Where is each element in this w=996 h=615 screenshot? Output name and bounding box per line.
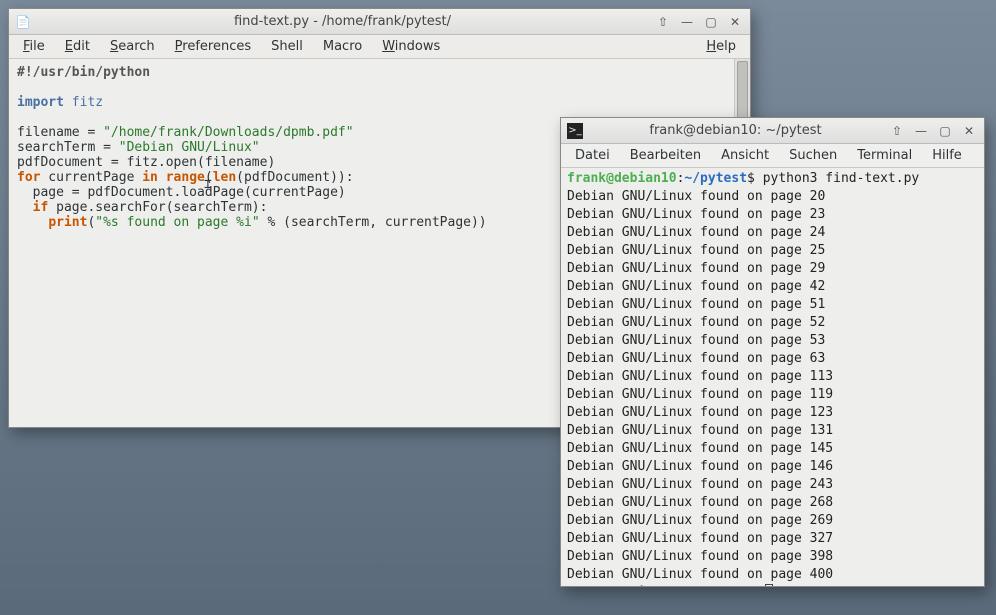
editor-menubar: File Edit Search Preferences Shell Macro… [9,35,750,59]
code-line: page = pdfDocument.loadPage(currentPage) [17,185,346,200]
menu-macro[interactable]: Macro [315,37,370,56]
menu-hilfe[interactable]: Hilfe [924,146,970,165]
terminal-window: >_ frank@debian10: ~/pytest ⇧ — ▢ ✕ Date… [560,117,985,587]
code-line: #!/usr/bin/python [17,65,150,80]
menu-suchen[interactable]: Suchen [781,146,845,165]
menu-shell[interactable]: Shell [263,37,311,56]
menu-search[interactable]: Search [102,37,163,56]
menu-edit[interactable]: Edit [57,37,98,56]
menu-terminal[interactable]: Terminal [849,146,920,165]
menu-windows[interactable]: Windows [374,37,448,56]
code-line: searchTerm = "Debian GNU/Linux" [17,140,260,155]
code-line: if page.searchFor(searchTerm): [17,200,267,215]
terminal-cursor [765,584,773,586]
terminal-body[interactable]: frank@debian10:~/pytest$ python3 find-te… [561,168,984,586]
terminal-menubar: Datei Bearbeiten Ansicht Suchen Terminal… [561,144,984,168]
code-line: for currentPage in range(len(pdfDocument… [17,170,354,185]
menu-file[interactable]: File [15,37,53,56]
minimize-button[interactable]: — [912,122,930,140]
menu-bearbeiten[interactable]: Bearbeiten [622,146,709,165]
minimize-button[interactable]: — [678,13,696,31]
app-icon: 📄 [15,14,31,30]
terminal-app-icon: >_ [567,123,583,139]
terminal-output: Debian GNU/Linux found on page 20 Debian… [567,189,833,582]
menu-datei[interactable]: Datei [567,146,618,165]
editor-titlebar[interactable]: 📄 find-text.py - /home/frank/pytest/ ⇧ —… [9,9,750,35]
maximize-button[interactable]: ▢ [702,13,720,31]
code-line: filename = "/home/frank/Downloads/dpmb.p… [17,125,354,140]
code-line: print("%s found on page %i" % (searchTer… [17,215,487,230]
pin-icon[interactable]: ⇧ [888,122,906,140]
text-cursor-icon: ⌶ [204,177,212,192]
code-line: pdfDocument = fitz.open(filename) [17,155,275,170]
close-button[interactable]: ✕ [726,13,744,31]
terminal-prompt-line: frank@debian10:~/pytest$ python3 find-te… [567,171,919,186]
code-line: import fitz [17,95,103,110]
terminal-titlebar[interactable]: >_ frank@debian10: ~/pytest ⇧ — ▢ ✕ [561,118,984,144]
terminal-prompt-line: frank@debian10:~/pytest$ [567,585,763,586]
pin-icon[interactable]: ⇧ [654,13,672,31]
close-button[interactable]: ✕ [960,122,978,140]
scrollbar-thumb[interactable] [737,61,748,121]
maximize-button[interactable]: ▢ [936,122,954,140]
menu-ansicht[interactable]: Ansicht [713,146,777,165]
menu-help[interactable]: Help [698,37,744,56]
editor-title: find-text.py - /home/frank/pytest/ [37,14,648,29]
menu-preferences[interactable]: Preferences [167,37,259,56]
terminal-title: frank@debian10: ~/pytest [589,123,882,138]
